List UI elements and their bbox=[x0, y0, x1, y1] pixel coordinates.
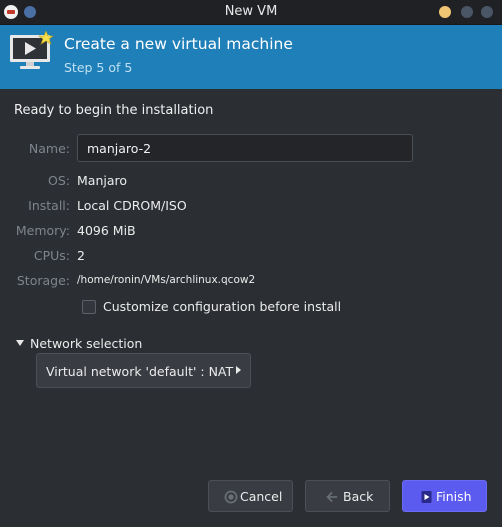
window-titlebar: New VM bbox=[0, 0, 502, 25]
back-button-label: Back bbox=[343, 489, 374, 504]
os-value: Manjaro bbox=[77, 173, 128, 188]
cpus-value: 2 bbox=[77, 248, 85, 263]
minimize-button[interactable] bbox=[439, 6, 451, 18]
cpus-label: CPUs: bbox=[33, 248, 70, 263]
customize-checkbox-label[interactable]: Customize configuration before install bbox=[103, 299, 341, 314]
close-button[interactable] bbox=[481, 6, 493, 18]
os-label: OS: bbox=[48, 173, 70, 188]
back-button[interactable]: Back bbox=[305, 480, 390, 512]
wizard-title: Create a new virtual machine bbox=[64, 35, 293, 53]
network-selection-expander[interactable]: Network selection bbox=[30, 336, 142, 351]
network-select[interactable]: Virtual network 'default' : NAT bbox=[36, 353, 251, 388]
wizard-header: Create a new virtual machine Step 5 of 5 bbox=[0, 25, 502, 89]
cancel-button[interactable]: Cancel bbox=[208, 480, 293, 512]
storage-value: /home/ronin/VMs/archlinux.qcow2 bbox=[77, 274, 256, 286]
storage-label: Storage: bbox=[16, 273, 70, 288]
expander-arrow-icon[interactable] bbox=[16, 340, 24, 346]
ready-heading: Ready to begin the installation bbox=[14, 103, 214, 118]
network-select-value: Virtual network 'default' : NAT bbox=[46, 364, 234, 379]
window-title: New VM bbox=[224, 4, 278, 19]
finish-document-icon bbox=[420, 490, 433, 507]
cancel-icon bbox=[224, 490, 238, 507]
vm-name-input[interactable] bbox=[77, 134, 413, 162]
memory-value: 4096 MiB bbox=[77, 223, 136, 238]
install-label: Install: bbox=[28, 198, 70, 213]
customize-checkbox[interactable] bbox=[82, 300, 96, 314]
finish-button-label: Finish bbox=[436, 489, 472, 504]
monitor-star-icon bbox=[9, 30, 55, 77]
wizard-step: Step 5 of 5 bbox=[64, 60, 133, 75]
maximize-button[interactable] bbox=[461, 6, 473, 18]
cancel-button-label: Cancel bbox=[240, 489, 283, 504]
memory-label: Memory: bbox=[15, 223, 70, 238]
finish-button[interactable]: Finish bbox=[402, 480, 487, 512]
chevron-right-icon bbox=[236, 366, 241, 374]
install-value: Local CDROM/ISO bbox=[77, 198, 187, 213]
name-label: Name: bbox=[28, 141, 70, 156]
arrow-left-icon bbox=[325, 490, 339, 507]
